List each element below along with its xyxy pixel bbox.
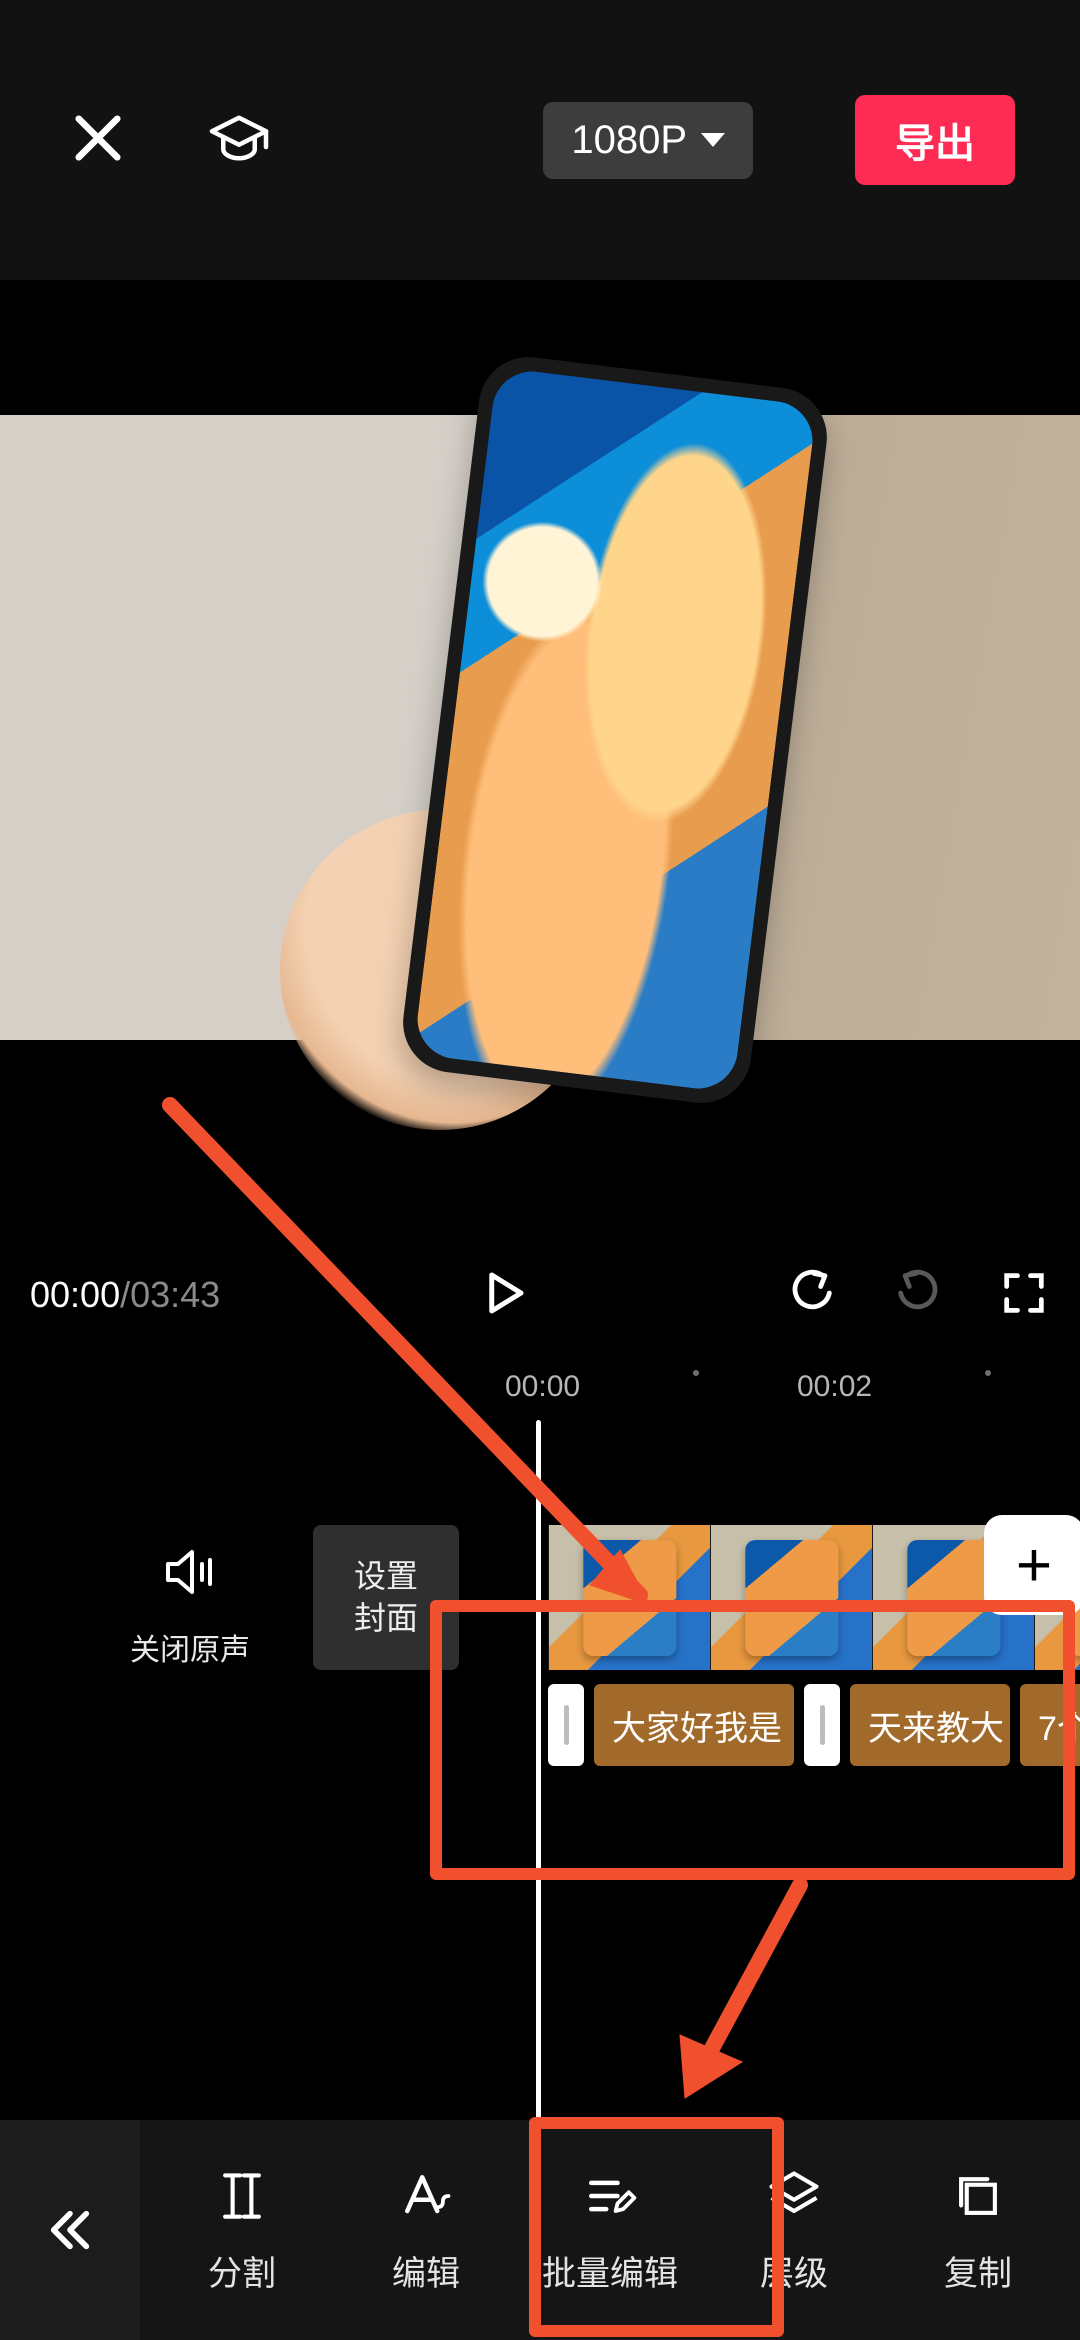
tool-label: 层级 — [760, 2246, 828, 2295]
collapse-toolbar-button[interactable] — [0, 2120, 140, 2340]
clip-thumb[interactable] — [710, 1525, 872, 1670]
set-cover-button[interactable]: 设置 封面 — [313, 1525, 459, 1670]
cover-label: 设置 封面 — [354, 1556, 418, 1639]
timeline-area[interactable]: 关闭原声 设置 封面 + 大家好我是 天来教大 7个 — [0, 1420, 1080, 2120]
clip-thumb[interactable] — [548, 1525, 710, 1670]
playhead[interactable] — [536, 1420, 541, 2120]
caption-text: 大家好我是 — [612, 1701, 782, 1750]
tool-label: 分割 — [208, 2246, 276, 2295]
caption-track[interactable]: 大家好我是 天来教大 7个 — [548, 1684, 1080, 1766]
batch-edit-icon — [580, 2166, 640, 2226]
mute-original-audio[interactable]: 关闭原声 — [130, 1540, 250, 1669]
chevrons-left-icon — [42, 2202, 98, 2258]
plus-icon: + — [1016, 1530, 1052, 1601]
time-current: 00:00 — [30, 1274, 120, 1316]
caption-handle-left[interactable] — [548, 1684, 584, 1766]
ruler-dot — [693, 1370, 699, 1376]
add-clip-button[interactable]: + — [984, 1515, 1080, 1615]
time-separator: / — [120, 1274, 130, 1316]
playback-controls: 00:00 / 03:43 — [0, 1250, 1080, 1340]
tutorial-cap-icon[interactable] — [203, 102, 275, 179]
toolbar-batch-edit[interactable]: 批量编辑 — [535, 2166, 685, 2295]
export-button[interactable]: 导出 — [855, 95, 1015, 185]
caption-chip[interactable]: 大家好我是 — [594, 1684, 794, 1766]
play-button[interactable] — [476, 1266, 530, 1325]
close-button[interactable] — [65, 105, 131, 176]
toolbar-layer[interactable]: 层级 — [719, 2166, 869, 2295]
video-preview[interactable] — [0, 415, 1080, 1040]
ruler-mark: 00:02 — [797, 1370, 872, 1404]
toolbar-split[interactable]: 分割 — [167, 2166, 317, 2295]
tool-label: 批量编辑 — [542, 2246, 678, 2295]
toolbar-edit[interactable]: 编辑 — [351, 2166, 501, 2295]
copy-icon — [948, 2166, 1008, 2226]
redo-button[interactable] — [892, 1267, 944, 1324]
speaker-icon — [158, 1540, 222, 1604]
export-label: 导出 — [895, 122, 975, 166]
bottom-toolbar: 分割 编辑 批量编辑 层级 复制 — [0, 2120, 1080, 2340]
tool-label: 编辑 — [392, 2246, 460, 2295]
text-edit-icon — [396, 2166, 456, 2226]
mute-label: 关闭原声 — [130, 1625, 250, 1669]
timeline-ruler[interactable]: 00:00 00:02 — [0, 1360, 1080, 1420]
caption-chip[interactable]: 7个 — [1020, 1684, 1080, 1766]
time-total: 03:43 — [130, 1274, 220, 1316]
split-icon — [212, 2166, 272, 2226]
ruler-dot — [985, 1370, 991, 1376]
caption-text: 7个 — [1038, 1701, 1080, 1750]
editor-header: 1080P 导出 — [0, 0, 1080, 280]
chevron-down-icon — [701, 133, 725, 147]
caption-chip[interactable]: 天来教大 — [850, 1684, 1010, 1766]
fullscreen-button[interactable] — [998, 1267, 1050, 1324]
ruler-mark: 00:00 — [505, 1370, 580, 1404]
resolution-dropdown[interactable]: 1080P — [543, 102, 753, 179]
layers-icon — [764, 2166, 824, 2226]
caption-handle-right[interactable] — [804, 1684, 840, 1766]
resolution-label: 1080P — [571, 118, 687, 163]
toolbar-copy[interactable]: 复制 — [903, 2166, 1053, 2295]
tool-label: 复制 — [944, 2246, 1012, 2295]
undo-button[interactable] — [786, 1267, 838, 1324]
caption-text: 天来教大 — [868, 1701, 1004, 1750]
